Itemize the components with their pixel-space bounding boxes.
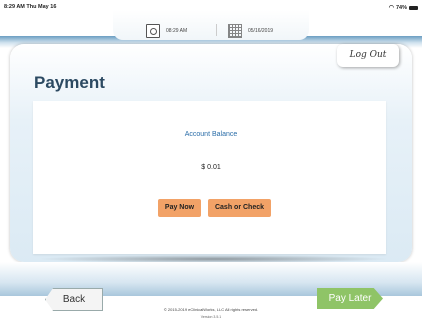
clock-time: 08:29 AM [166, 28, 188, 34]
clock-icon [146, 24, 160, 38]
version-text: Version 3.5.1 [200, 315, 222, 319]
datetime-header: 08:29 AM 05/16/2019 [113, 10, 309, 40]
account-balance-value: $ 0.01 [201, 164, 221, 171]
logout-button[interactable]: Log Out [337, 44, 399, 67]
date-display: 05/16/2019 [228, 24, 273, 38]
clock-display: 08:29 AM [146, 24, 187, 38]
wifi-icon: ◠ [388, 5, 394, 11]
account-balance-label: Account Balance [184, 131, 238, 138]
balance-card [33, 101, 386, 254]
status-time: 8:29 AM Thu May 16 [4, 4, 56, 10]
header-divider [216, 24, 217, 36]
calendar-icon [228, 24, 242, 38]
battery-percent: 74% [395, 4, 407, 11]
header-date: 05/16/2019 [248, 28, 274, 34]
pay-now-button[interactable]: Pay Now [158, 199, 201, 217]
cash-or-check-button[interactable]: Cash or Check [208, 199, 271, 217]
battery-icon [409, 5, 418, 10]
page-title: Payment [34, 73, 105, 92]
status-date: Thu May 16 [26, 4, 57, 10]
copyright-text: © 2015-2019 eClinicalWorks, LLC All righ… [163, 307, 259, 312]
status-indicators: ◠ 74% [389, 4, 418, 11]
status-clock: 8:29 AM [4, 4, 25, 10]
pay-later-button[interactable]: Pay Later [317, 288, 383, 309]
